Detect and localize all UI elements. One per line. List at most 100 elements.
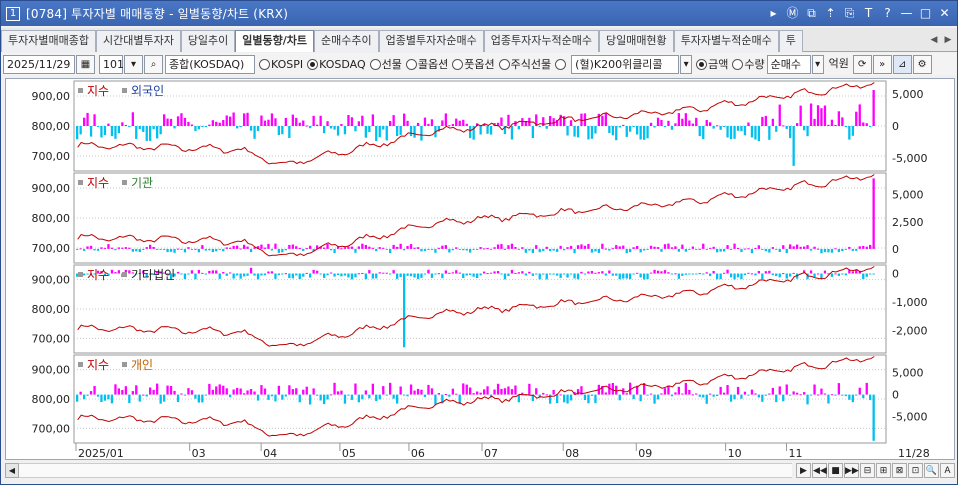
title-up-icon[interactable]: ⇡ bbox=[822, 5, 839, 22]
fit-icon[interactable]: ⊡ bbox=[908, 463, 923, 478]
tab-2[interactable]: 당일추이 bbox=[180, 30, 236, 52]
scroll-track[interactable] bbox=[18, 463, 792, 478]
search-icon[interactable]: ⌕ bbox=[144, 54, 163, 74]
radio-dot-icon[interactable] bbox=[259, 58, 270, 70]
chevron-down-icon[interactable]: ▾ bbox=[124, 54, 143, 74]
refresh-icon[interactable]: ⟳ bbox=[852, 54, 872, 74]
title-close-icon[interactable]: ✕ bbox=[936, 5, 953, 22]
flow-bar bbox=[100, 247, 103, 249]
title-maximize-icon[interactable]: □ bbox=[917, 5, 934, 22]
radio-dot-icon[interactable] bbox=[696, 58, 708, 70]
code-input[interactable]: 101 bbox=[99, 54, 124, 74]
tab-1[interactable]: 시간대별투자자 bbox=[95, 30, 181, 52]
title-window-icon[interactable]: ⧉ bbox=[803, 5, 820, 22]
chart-view-icon[interactable]: ⊿ bbox=[892, 54, 912, 74]
tab-6[interactable]: 업종투자자누적순매수 bbox=[483, 30, 599, 52]
tab-8[interactable]: 투자자별누적순매수 bbox=[673, 30, 779, 52]
tab-scroll-left-icon[interactable]: ◀ bbox=[927, 30, 941, 50]
unit-radio-1[interactable]: 수량 bbox=[732, 56, 765, 72]
flow-bar bbox=[295, 117, 298, 126]
radio-dot-icon[interactable] bbox=[498, 58, 510, 70]
flow-bar bbox=[719, 126, 722, 130]
mode-select[interactable]: 순매수 bbox=[766, 54, 811, 74]
market-radio-5[interactable]: 주식선물 bbox=[498, 56, 551, 72]
flow-bar bbox=[792, 246, 795, 249]
flow-bar bbox=[858, 387, 861, 395]
fast-forward-icon[interactable]: ▶▶ bbox=[844, 463, 859, 478]
flow-bar bbox=[368, 126, 371, 133]
flow-bar bbox=[862, 122, 865, 126]
mode-select-chevron-icon[interactable]: ▾ bbox=[811, 54, 824, 74]
radio-dot-icon[interactable] bbox=[555, 58, 567, 70]
radio-dot-icon[interactable] bbox=[307, 58, 319, 70]
title-minimize-icon[interactable]: — bbox=[898, 5, 915, 22]
flow-bar bbox=[413, 247, 416, 249]
zoom-in-icon[interactable]: ⊞ bbox=[876, 463, 891, 478]
flow-bar bbox=[336, 126, 340, 136]
rewind-icon[interactable]: ◀◀ bbox=[812, 463, 827, 478]
flow-bar bbox=[291, 114, 294, 126]
radio-dot-icon[interactable] bbox=[732, 58, 744, 70]
radio-dot-icon[interactable] bbox=[452, 58, 464, 70]
reset-icon[interactable]: ⊠ bbox=[892, 463, 907, 478]
flow-bar bbox=[761, 394, 764, 402]
flow-bar bbox=[827, 248, 830, 253]
flow-bar bbox=[611, 383, 614, 395]
flow-bar bbox=[149, 126, 152, 141]
flow-bar bbox=[83, 248, 86, 251]
flow-bar bbox=[416, 247, 420, 249]
stop-icon[interactable]: ■ bbox=[828, 463, 843, 478]
title-next-icon[interactable]: ▸ bbox=[765, 5, 782, 22]
legend-investor-label: 외국인 bbox=[131, 84, 164, 98]
flow-bar bbox=[785, 248, 788, 254]
title-text-icon[interactable]: T bbox=[860, 5, 877, 22]
more-icon[interactable]: » bbox=[872, 54, 892, 74]
market-radio-6[interactable] bbox=[555, 58, 567, 70]
flow-bar bbox=[364, 126, 367, 138]
market-radio-3[interactable]: 콜옵션 bbox=[405, 56, 449, 72]
magnifier-icon[interactable]: 🔍 bbox=[924, 463, 939, 478]
gear-icon[interactable]: ⚙ bbox=[912, 54, 932, 74]
flow-bar bbox=[573, 126, 576, 137]
font-icon[interactable]: A bbox=[940, 463, 955, 478]
date-input[interactable]: 2025/11/29 bbox=[3, 54, 75, 74]
legend-index-label: 지수 bbox=[87, 268, 109, 282]
flow-bar bbox=[180, 113, 183, 126]
tab-3[interactable]: 일별동향/차트 bbox=[235, 30, 315, 52]
flow-bar bbox=[187, 273, 190, 275]
market-radio-1[interactable]: KOSDAQ bbox=[307, 58, 366, 71]
tab-4[interactable]: 순매수추이 bbox=[314, 30, 379, 52]
radio-dot-icon[interactable] bbox=[369, 58, 381, 70]
flow-bar bbox=[444, 113, 447, 126]
zoom-out-icon[interactable]: ⊟ bbox=[860, 463, 875, 478]
unit-radio-0[interactable]: 금액 bbox=[696, 56, 728, 72]
flow-bar bbox=[420, 389, 423, 395]
flow-bar bbox=[625, 248, 628, 254]
product-select-chevron-icon[interactable]: ▾ bbox=[680, 54, 693, 74]
flow-bar bbox=[479, 273, 482, 276]
play-icon[interactable]: ▶ bbox=[796, 463, 811, 478]
product-select[interactable]: (혈)K200위클리콜 bbox=[571, 54, 680, 74]
tab-7[interactable]: 당일매매현황 bbox=[598, 30, 674, 52]
tab-5[interactable]: 업종별투자자순매수 bbox=[378, 30, 484, 52]
flow-bar bbox=[813, 273, 816, 277]
title-help-icon[interactable]: ? bbox=[879, 5, 896, 22]
tab-0[interactable]: 투자자별매매종합 bbox=[1, 30, 96, 52]
flow-bar bbox=[768, 248, 771, 253]
market-radio-label: 콜옵션 bbox=[417, 58, 449, 71]
flow-bar bbox=[580, 244, 583, 249]
flow-bar bbox=[837, 248, 840, 253]
flow-bar bbox=[587, 394, 590, 404]
title-copy-icon[interactable]: ⎘ bbox=[841, 5, 858, 22]
market-radio-4[interactable]: 풋옵션 bbox=[452, 56, 495, 72]
flow-bar bbox=[333, 248, 336, 253]
market-radio-label: KOSPI bbox=[271, 57, 304, 71]
title-memo-icon[interactable]: Ⓜ bbox=[784, 5, 801, 22]
scroll-left-icon[interactable]: ◀ bbox=[5, 463, 19, 478]
tab-9[interactable]: 투 bbox=[778, 30, 803, 52]
radio-dot-icon[interactable] bbox=[405, 58, 417, 70]
calendar-icon[interactable]: ▦ bbox=[76, 54, 95, 74]
market-radio-2[interactable]: 선물 bbox=[369, 56, 402, 72]
tab-scroll-right-icon[interactable]: ▶ bbox=[941, 30, 955, 50]
market-radio-0[interactable]: KOSPI bbox=[259, 58, 303, 71]
